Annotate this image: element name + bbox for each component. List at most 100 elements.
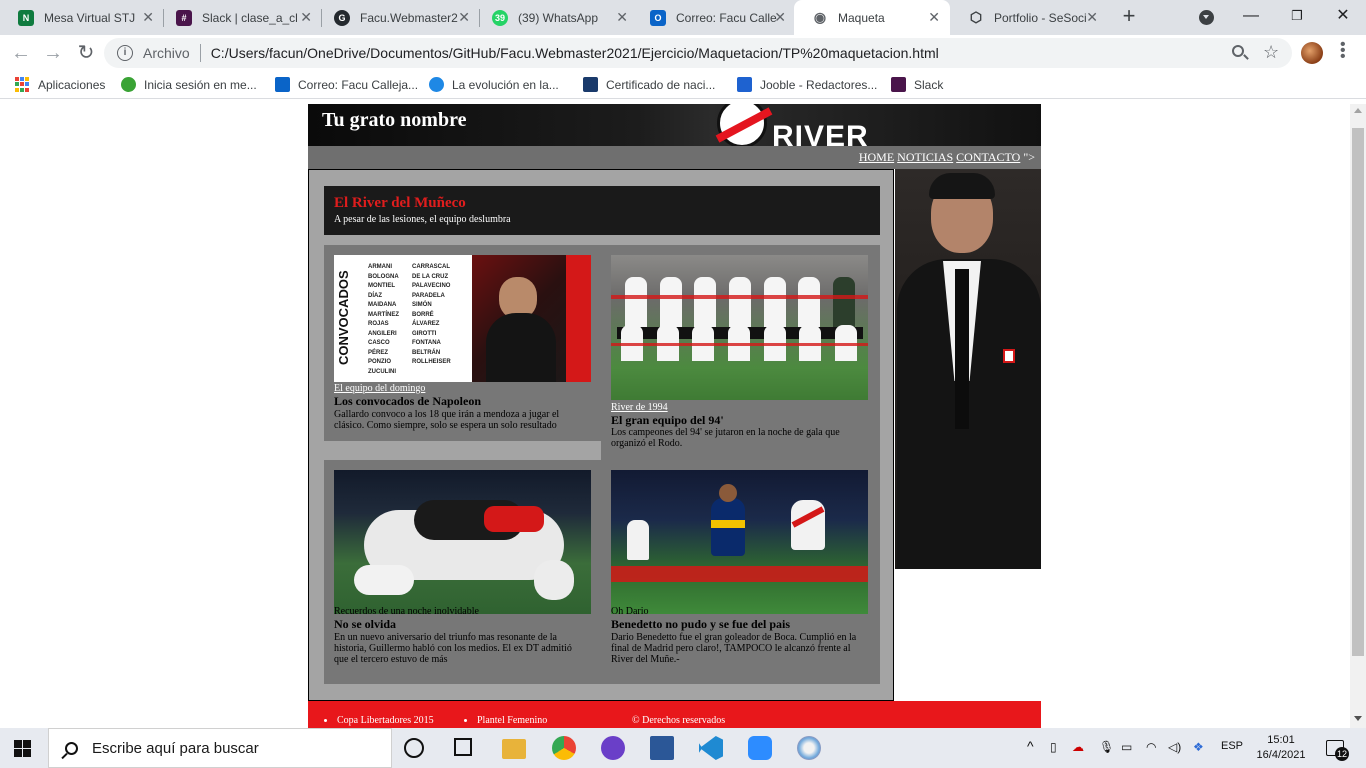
tray-device-icon[interactable]: ▯ bbox=[1050, 740, 1057, 754]
menu-kebab-icon[interactable]: • • • bbox=[1340, 37, 1346, 65]
task-view-icon[interactable] bbox=[454, 738, 472, 756]
apps-grid-icon bbox=[15, 77, 30, 92]
roster-name: PONZIO bbox=[368, 359, 392, 365]
nav-stray-text: "> bbox=[1023, 150, 1035, 164]
profile-avatar[interactable] bbox=[1301, 42, 1323, 64]
crest-badge-icon bbox=[1003, 349, 1015, 363]
tray-wifi-icon[interactable]: ◠ bbox=[1146, 740, 1156, 754]
back-arrow-icon[interactable]: ← bbox=[9, 41, 33, 65]
footer-link-libertadores[interactable]: Copa Libertadores 2015 bbox=[324, 715, 434, 726]
bookmark-certificate[interactable]: Certificado de naci... bbox=[583, 77, 715, 92]
new-tab-button[interactable]: + bbox=[1118, 5, 1140, 28]
whatsapp-icon: 39 bbox=[492, 9, 508, 26]
bookmark-login[interactable]: Inicia sesión en me... bbox=[121, 77, 257, 92]
close-icon[interactable]: ✕ bbox=[774, 10, 786, 24]
bookmark-outlook[interactable]: Correo: Facu Calleja... bbox=[275, 77, 418, 92]
card-caption-link[interactable]: River de 1994 bbox=[611, 402, 668, 413]
close-icon[interactable]: ✕ bbox=[616, 10, 628, 24]
roster-name: ZUCULINI bbox=[368, 368, 396, 375]
tray-onedrive-icon[interactable]: ☁ bbox=[1072, 740, 1084, 754]
roster-name: PALAVECINO bbox=[412, 283, 451, 289]
bookmark-star-icon[interactable]: ☆ bbox=[1263, 42, 1279, 63]
roster-name: BELTRÁN bbox=[412, 349, 441, 356]
browser-toolbar: ← → ↻ i Archivo C:/Users/facun/OneDrive/… bbox=[0, 35, 1366, 71]
nav-home-link[interactable]: HOME bbox=[859, 150, 894, 164]
tray-volume-icon[interactable]: ◁) bbox=[1168, 740, 1181, 754]
close-icon[interactable]: ✕ bbox=[928, 10, 940, 24]
tray-chevron-icon[interactable]: ^ bbox=[1027, 738, 1034, 754]
bookmark-jooble[interactable]: Jooble - Redactores... bbox=[737, 77, 877, 92]
tab-mesa-virtual[interactable]: N Mesa Virtual STJ ✕ bbox=[0, 0, 164, 35]
address-bar[interactable]: i Archivo C:/Users/facun/OneDrive/Docume… bbox=[104, 38, 1292, 68]
tab-search-icon[interactable] bbox=[1199, 10, 1214, 25]
nav-contacto-link[interactable]: CONTACTO bbox=[956, 150, 1020, 164]
reload-icon[interactable]: ↻ bbox=[74, 41, 98, 65]
scroll-thumb[interactable] bbox=[1352, 128, 1364, 656]
chrome-icon[interactable] bbox=[552, 736, 576, 760]
word-icon[interactable] bbox=[650, 736, 674, 760]
github-desktop-icon[interactable] bbox=[601, 736, 625, 760]
tab-title: Facu.Webmaster2 bbox=[360, 10, 458, 25]
mesa-virtual-icon: N bbox=[18, 9, 34, 26]
close-icon[interactable]: ✕ bbox=[1086, 10, 1098, 24]
tray-dropbox-icon[interactable]: ❖ bbox=[1193, 740, 1204, 754]
tab-strip: N Mesa Virtual STJ ✕ # Slack | clase_a_c… bbox=[0, 0, 1366, 35]
minimize-button[interactable]: — bbox=[1228, 0, 1274, 35]
outlook-icon bbox=[275, 77, 290, 92]
roster-name: PÉREZ bbox=[368, 349, 389, 356]
zoom-app-icon[interactable] bbox=[748, 736, 772, 760]
tab-slack[interactable]: # Slack | clase_a_cl ✕ bbox=[158, 0, 322, 35]
info-icon[interactable]: i bbox=[117, 45, 133, 61]
tab-whatsapp[interactable]: 39 (39) WhatsApp ✕ bbox=[474, 0, 638, 35]
tray-language[interactable]: ESP bbox=[1221, 740, 1243, 752]
footer-link-label: Copa Libertadores 2015 bbox=[337, 715, 434, 726]
tab-github[interactable]: G Facu.Webmaster2 ✕ bbox=[316, 0, 480, 35]
tab-portfolio[interactable]: ⬡ Portfolio - SeSoci ✕ bbox=[950, 0, 1108, 35]
zoom-icon[interactable] bbox=[1232, 45, 1244, 57]
vscode-icon[interactable] bbox=[699, 736, 723, 760]
close-icon[interactable]: ✕ bbox=[458, 10, 470, 24]
windows-start-icon[interactable] bbox=[14, 740, 31, 757]
close-icon[interactable]: ✕ bbox=[142, 10, 154, 24]
tray-microphone-icon[interactable]: 🎙 bbox=[1099, 740, 1114, 754]
notifications-badge: 12 bbox=[1335, 747, 1349, 761]
bookmark-label: La evolución en la... bbox=[452, 77, 559, 92]
card-caption: Oh Dario bbox=[611, 606, 649, 617]
coach-suit bbox=[486, 313, 556, 382]
bookmark-evolution[interactable]: La evolución en la... bbox=[429, 77, 559, 92]
bookmark-slack[interactable]: Slack bbox=[891, 77, 943, 92]
river-crest-icon bbox=[717, 104, 767, 146]
convocados-image: CONVOCADOS ARMANI BOLOGNA MONTIEL DÍAZ MAIDA… bbox=[334, 255, 591, 382]
news-card-1994: River de 1994 El gran equipo del 94' Los… bbox=[601, 245, 880, 460]
scroll-up-arrow-icon[interactable] bbox=[1354, 108, 1362, 113]
url-text[interactable]: C:/Users/facun/OneDrive/Documentos/GitHu… bbox=[211, 45, 939, 61]
card-headline: Los convocados de Napoleon bbox=[334, 394, 482, 408]
taskbar-search-box[interactable]: Escribe aquí para buscar bbox=[48, 728, 392, 768]
globe-icon: ◉ bbox=[812, 9, 828, 26]
close-window-button[interactable]: ✕ bbox=[1320, 0, 1366, 35]
bookmark-apps[interactable]: Aplicaciones bbox=[15, 77, 105, 92]
site-header: Tu grato nombre RIVER bbox=[308, 104, 1041, 146]
page-scrollbar[interactable] bbox=[1350, 104, 1366, 728]
nav-noticias-link[interactable]: NOTICIAS bbox=[897, 150, 953, 164]
outlook-icon: O bbox=[650, 9, 666, 26]
card-caption-link[interactable]: El equipo del domingo bbox=[334, 383, 425, 394]
tab-outlook[interactable]: O Correo: Facu Calle ✕ bbox=[632, 0, 796, 35]
tray-battery-icon[interactable]: ▭ bbox=[1121, 740, 1132, 754]
file-explorer-icon[interactable] bbox=[502, 739, 526, 759]
card-body: Los campeones del 94' se jutaron en la n… bbox=[611, 427, 840, 449]
scroll-down-arrow-icon[interactable] bbox=[1354, 716, 1362, 721]
cortana-icon[interactable] bbox=[404, 738, 424, 758]
card-headline: Benedetto no pudo y se fue del pais bbox=[611, 617, 791, 631]
clock-time: 15:01 bbox=[1267, 734, 1295, 746]
forward-arrow-icon[interactable]: → bbox=[41, 41, 65, 65]
close-icon[interactable]: ✕ bbox=[300, 10, 312, 24]
taskbar-clock[interactable]: 15:01 16/4/2021 bbox=[1256, 733, 1306, 763]
search-placeholder: Escribe aquí para buscar bbox=[92, 739, 259, 757]
tab-maqueta[interactable]: ◉ Maqueta ✕ bbox=[794, 0, 950, 35]
footer-link-femenino[interactable]: Plantel Femenino bbox=[464, 715, 547, 726]
restore-button[interactable]: ❐ bbox=[1274, 0, 1320, 35]
roster-name: MONTIEL bbox=[368, 283, 395, 289]
paint-icon[interactable] bbox=[797, 736, 821, 760]
roster-name: ROJAS bbox=[368, 321, 389, 327]
